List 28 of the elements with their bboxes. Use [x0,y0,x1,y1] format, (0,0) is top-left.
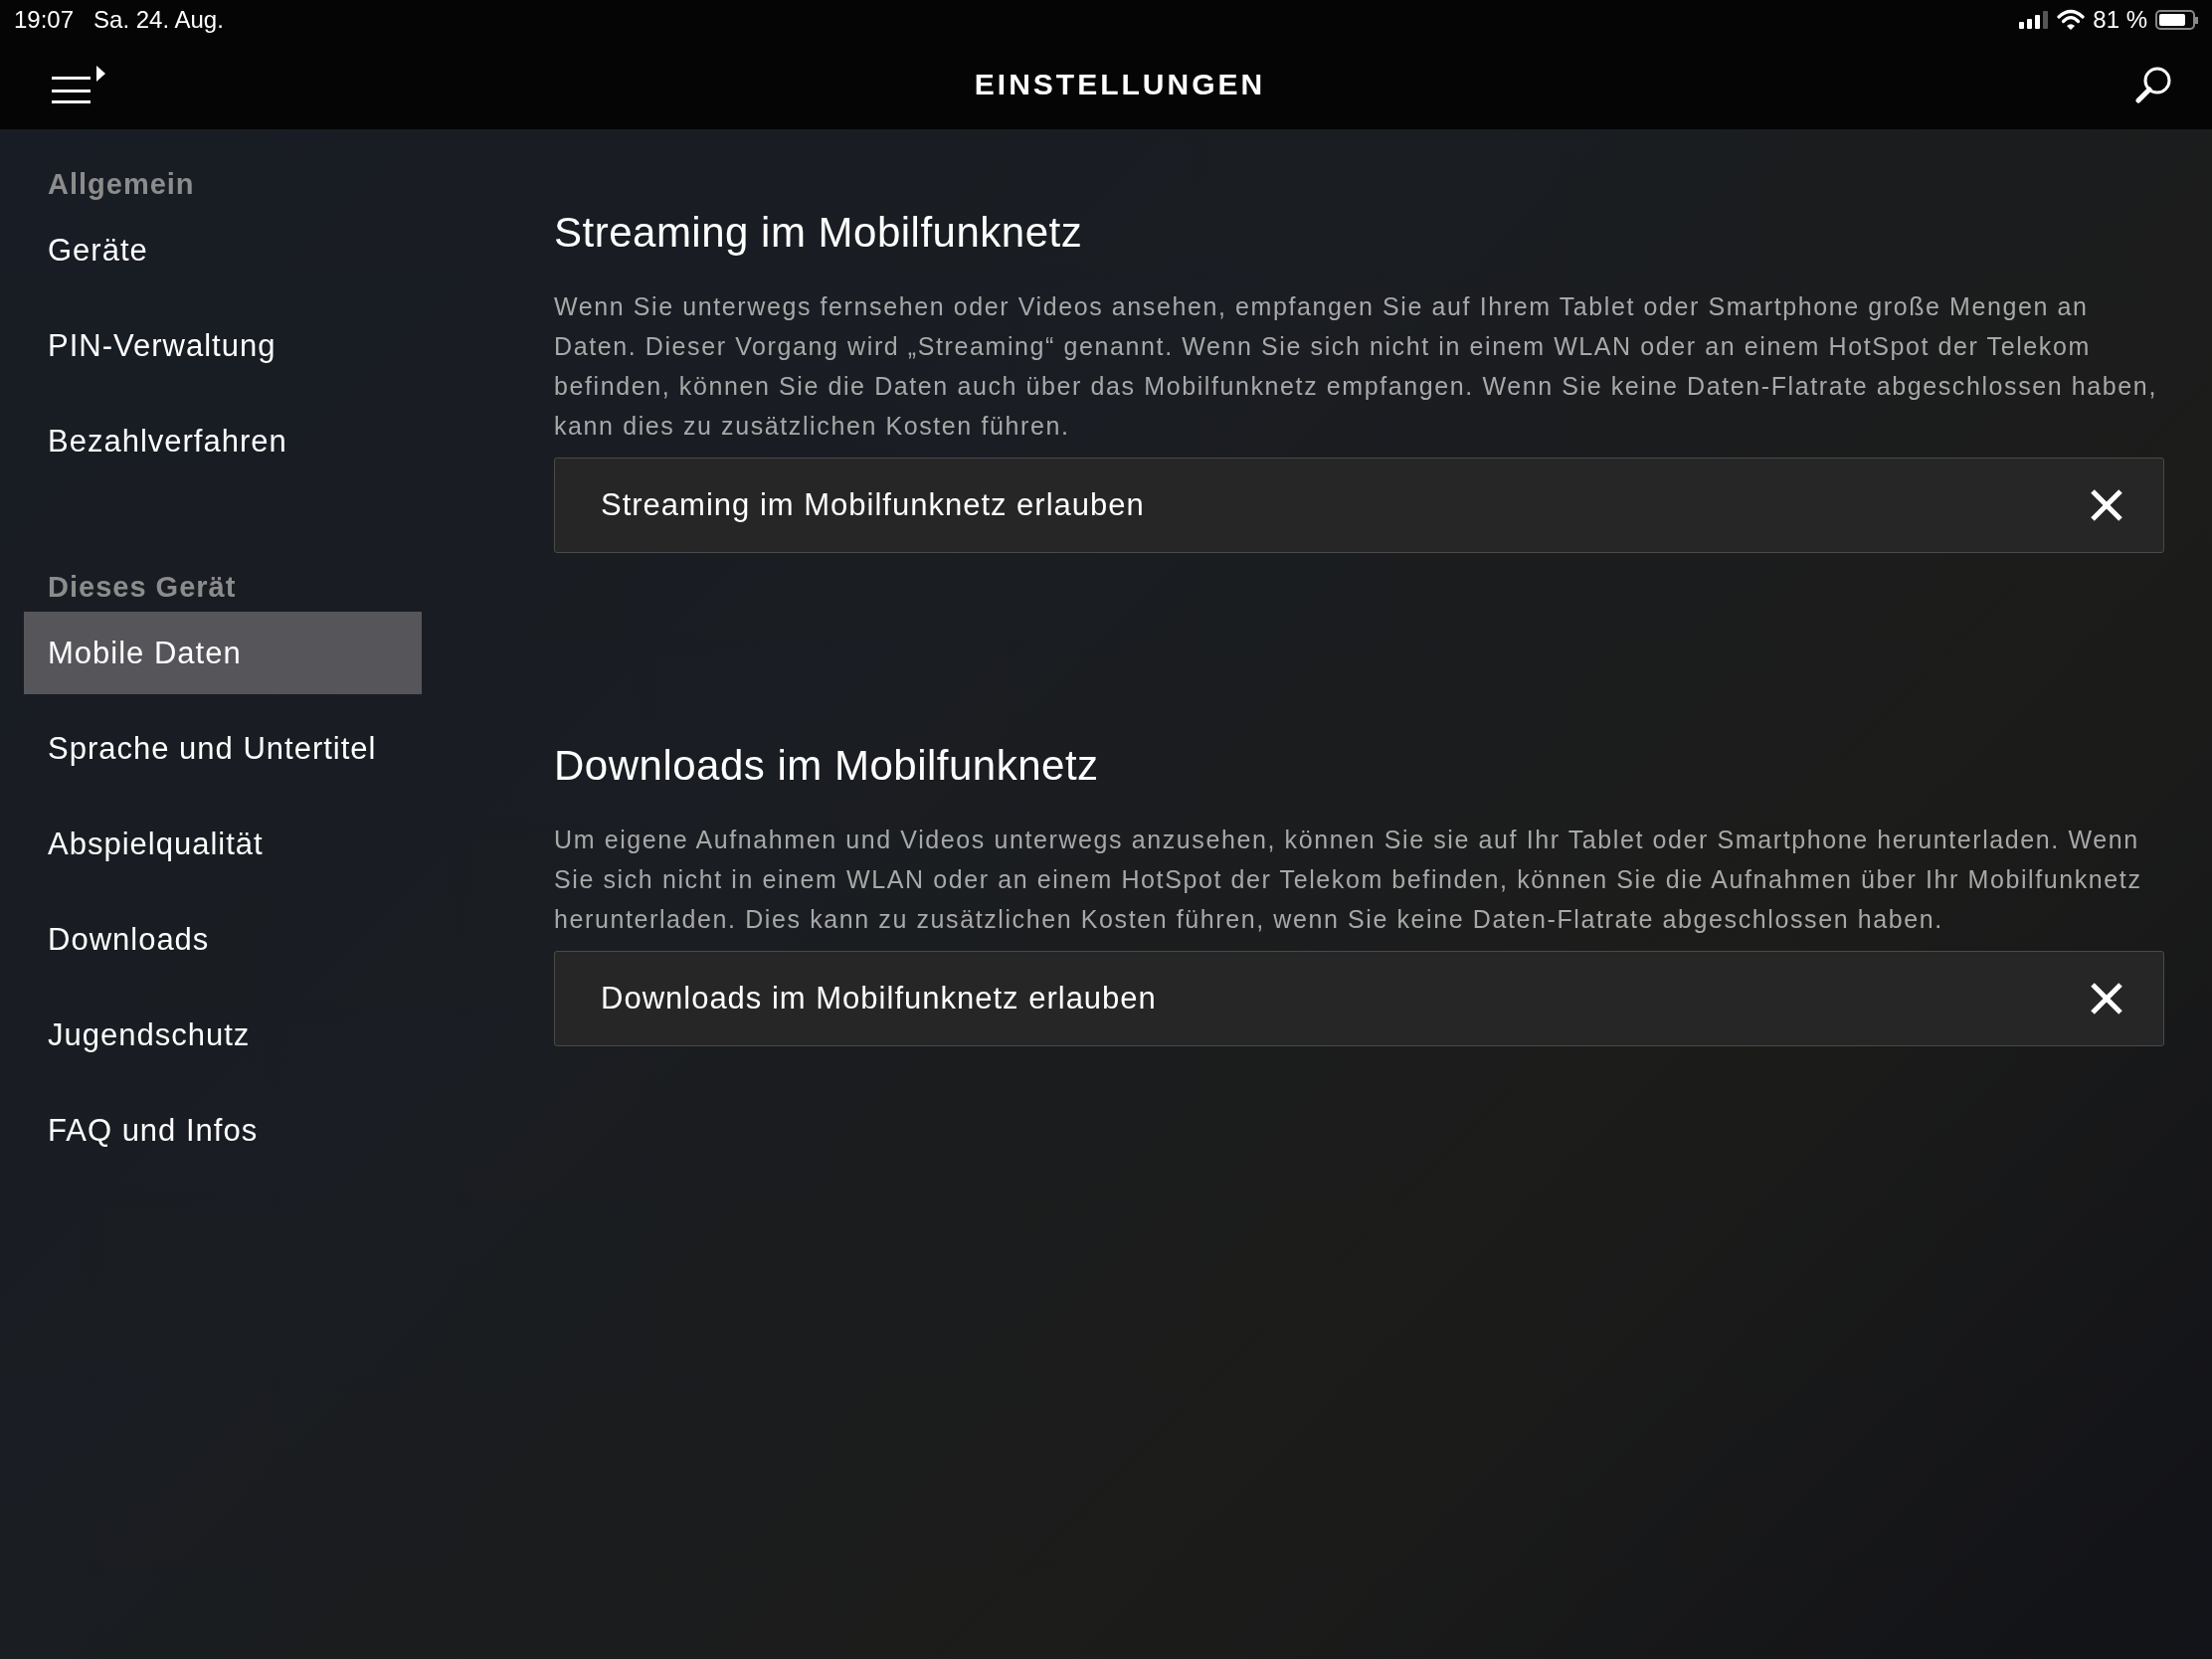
sidebar-item[interactable]: Jugendschutz [24,994,422,1076]
section-heading: Allgemein [47,167,196,202]
setting-heading: Downloads im Mobilfunknetz [554,742,1100,790]
sidebar-item[interactable]: PIN-Verwaltung [24,304,422,387]
sidebar-item[interactable]: Abspielqualität [24,803,422,885]
status-time: 19:07 [14,6,75,34]
sidebar-item[interactable]: Downloads [24,898,422,981]
signal-icon [2019,11,2050,29]
sidebar-item[interactable]: FAQ und Infos [24,1089,422,1172]
setting-description: Wenn Sie unterwegs fernsehen oder Videos ansehen, empfangen Sie auf Ihrem Tablet oder Smartphone große Mengen an Daten. Dieser Vorgang wird „Streaming“ genannt. Wenn Sie sich nicht in einem WLAN oder an einem HotSpot der Telekom befinden, können Sie die Daten auch über das Mobilfunknetz empfangen. Wenn Sie keine Daten-Flatrate abgeschlossen haben, kann dies zu zusätzlichen Kosten führen. [554,291,2158,442]
toggle-row[interactable]: Streaming im Mobilfunknetz erlauben [554,458,2164,553]
setting-heading: Streaming im Mobilfunknetz [554,209,1084,257]
sidebar-item[interactable]: Mobile Daten [24,612,422,694]
wifi-icon [2057,9,2086,31]
page-title: EINSTELLUNGEN [974,68,1266,101]
menu-icon[interactable] [52,66,105,103]
status-date: Sa. 24. Aug. [93,6,224,34]
toggle-label: Downloads im Mobilfunknetz erlauben [601,981,1157,1016]
search-icon[interactable] [2134,66,2172,103]
sidebar-item[interactable]: Bezahlverfahren [24,400,422,482]
toggle-row[interactable]: Downloads im Mobilfunknetz erlauben [554,951,2164,1046]
sidebar-item[interactable]: Sprache und Untertitel [24,707,422,790]
setting-description: Um eigene Aufnahmen und Videos unterwegs anzusehen, können Sie sie auf Ihr Tablet oder Smartphone herunterladen. Wenn Sie sich nicht in einem WLAN oder an einem HotSpot der Telekom befinden, können Sie die Aufnahmen über Ihr Mobilfunknetz herunterladen. Dies kann zu zusätzlichen Kosten führen, wenn Sie keine Daten-Flatrate abgeschlossen haben. [554,825,2143,935]
battery-icon [2155,10,2198,30]
toggle-label: Streaming im Mobilfunknetz erlauben [601,487,1145,523]
battery-percentage: 81 % [2093,6,2147,34]
sidebar-item[interactable]: Geräte [24,209,422,291]
section-heading: Dieses Gerät [47,570,238,605]
